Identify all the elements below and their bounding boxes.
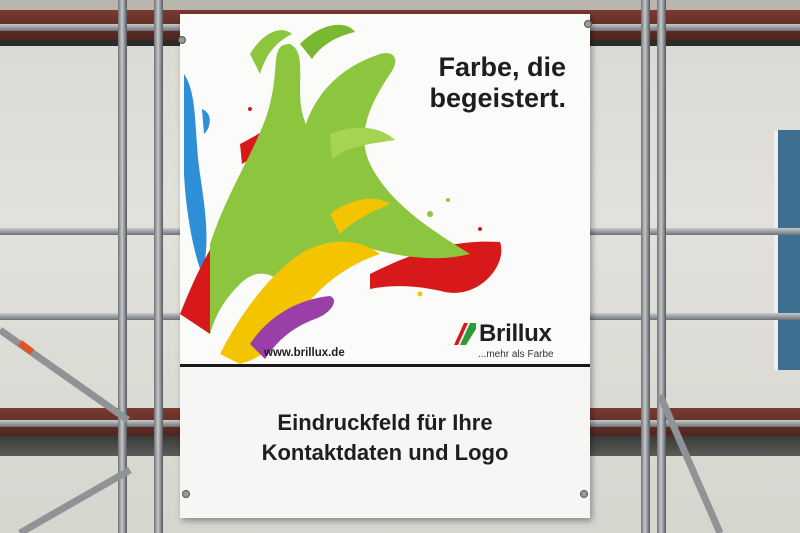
advertising-banner: Farbe, die begeistert. www.brillux.de Br… [178, 14, 592, 518]
banner-divider [180, 364, 590, 367]
brand-name: Brillux [479, 320, 552, 347]
grommet-top-left [178, 36, 186, 44]
grommet-bottom-right [580, 490, 588, 498]
headline-line-2: begeistert. [429, 83, 566, 113]
imprint-line-2: Kontaktdaten und Logo [261, 440, 509, 465]
brillux-logo: Brillux ...mehr als Farbe [454, 319, 574, 361]
website-url: www.brillux.de [264, 347, 345, 359]
imprint-line-1: Eindruckfeld für Ihre [277, 410, 493, 435]
imprint-field: Eindruckfeld für Ihre Kontaktdaten und L… [180, 408, 590, 468]
scaffold-scene: Farbe, die begeistert. www.brillux.de Br… [0, 0, 800, 533]
brillux-logo-icon [454, 323, 476, 345]
brand-tagline: ...mehr als Farbe [478, 349, 554, 360]
banner-artwork: Farbe, die begeistert. www.brillux.de Br… [180, 14, 590, 364]
headline-line-1: Farbe, die [438, 52, 566, 82]
grommet-top-right [584, 20, 592, 28]
headline: Farbe, die begeistert. [429, 52, 566, 114]
grommet-bottom-left [182, 490, 190, 498]
